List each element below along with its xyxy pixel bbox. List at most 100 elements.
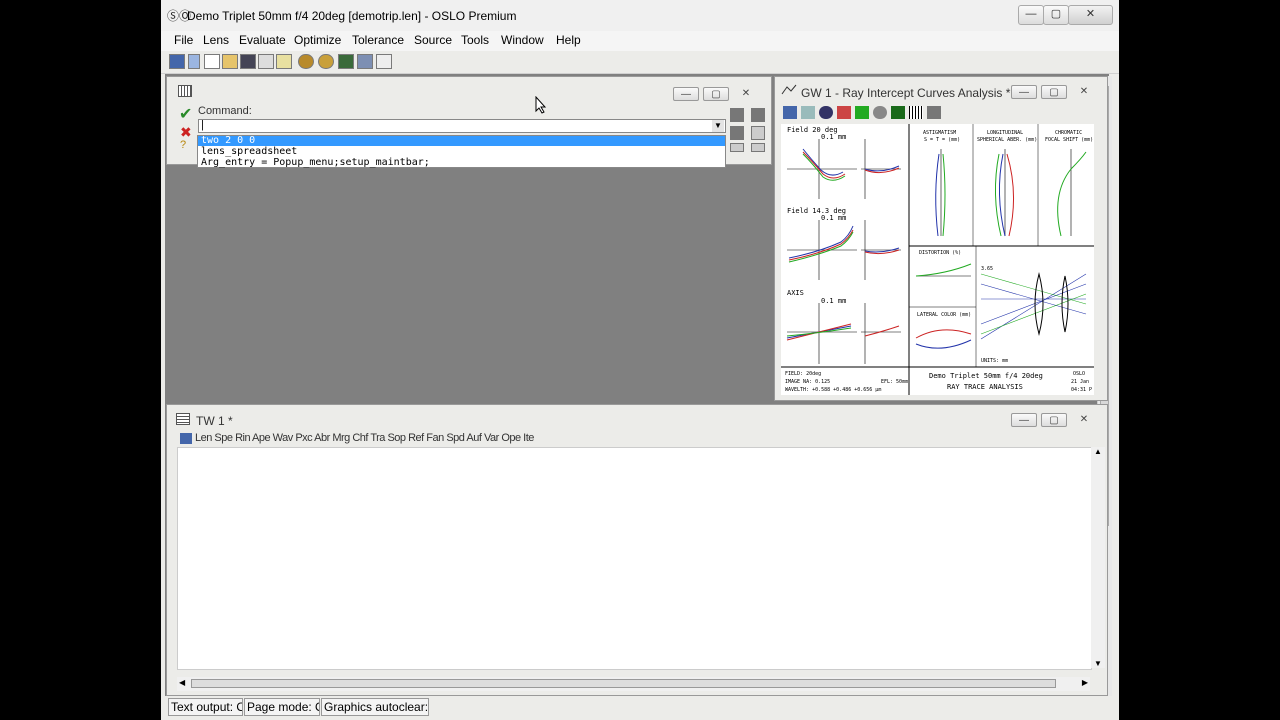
status-bar: Text output: O Page mode: O! Graphics au… <box>161 697 1119 720</box>
suggestion-item[interactable]: Arg_entry = Popup_menu;setup_maintbar; <box>201 157 430 168</box>
gw-tool-settings-icon[interactable] <box>927 106 941 119</box>
tw-spreadsheet-icon[interactable] <box>180 433 192 444</box>
lens-icon[interactable] <box>188 54 200 69</box>
title-bar: ⓈⓄ Demo Triplet 50mm f/4 20deg [demotrip… <box>161 0 1119 32</box>
analysis-label: RAY TRACE ANALYSIS <box>947 383 1023 391</box>
tw-button-spd[interactable]: Spd <box>446 432 465 444</box>
gw-maximize-button[interactable]: ▢ <box>1041 85 1067 99</box>
cmd-maximize-button[interactable]: ▢ <box>703 87 729 101</box>
tw-vertical-scrollbar[interactable]: ▲ ▼ <box>1091 447 1105 668</box>
text-window: TW 1 * — ▢ ✕ Len Spe Rin Ape Wav Pxc Abr… <box>166 404 1108 696</box>
gw-tool-mtf-icon[interactable] <box>891 106 905 119</box>
color-icon[interactable] <box>338 54 354 69</box>
scroll-right-icon[interactable]: ▶ <box>1082 678 1088 687</box>
tw-button-ite[interactable]: Ite <box>523 432 534 444</box>
gw-tool-fan-icon[interactable] <box>855 106 869 119</box>
menu-window[interactable]: Window <box>501 33 544 47</box>
tw-button-tra[interactable]: Tra <box>370 432 385 444</box>
efl-info: EFL: 50mm <box>881 379 908 385</box>
command-input[interactable]: | ▼ <box>198 119 726 133</box>
copy-icon[interactable] <box>751 126 765 140</box>
tool-icon-e[interactable] <box>730 143 744 152</box>
gw-tool-bars-icon[interactable] <box>909 106 923 119</box>
gw-tool-lens-icon[interactable] <box>801 106 815 119</box>
lens-name-label: Demo Triplet 50mm f/4 20deg <box>929 372 1043 380</box>
image-na-info: IMAGE NA: 0.125 <box>785 379 830 385</box>
tw-button-ope[interactable]: Ope <box>501 432 521 444</box>
new-icon[interactable] <box>204 54 220 69</box>
help-icon[interactable]: ? <box>180 139 186 151</box>
lens-spreadsheet-icon[interactable] <box>169 54 185 69</box>
optimize-icon[interactable] <box>298 54 314 69</box>
edit-icon[interactable] <box>258 54 274 69</box>
tw-button-rin[interactable]: Rin <box>235 432 251 444</box>
tw-button-var[interactable]: Var <box>484 432 499 444</box>
status-graphics-autoclear: Graphics autoclear: O <box>321 698 429 716</box>
scroll-left-icon[interactable]: ◀ <box>179 678 185 687</box>
tw-button-fan[interactable]: Fan <box>426 432 444 444</box>
text-icon[interactable] <box>376 54 392 69</box>
close-button[interactable]: ✕ <box>1068 5 1113 25</box>
menu-tools[interactable]: Tools <box>461 33 489 47</box>
tw-horizontal-scrollbar[interactable]: ◀ ▶ <box>177 677 1090 691</box>
gw-tool-spot-icon[interactable] <box>837 106 851 119</box>
menu-bar: File Lens Evaluate Optimize Tolerance So… <box>161 31 1119 51</box>
tw-button-mrg[interactable]: Mrg <box>332 432 350 444</box>
tw-maximize-button[interactable]: ▢ <box>1041 413 1067 427</box>
tw-button-sop[interactable]: Sop <box>387 432 406 444</box>
tw-button-spe[interactable]: Spe <box>214 432 233 444</box>
menu-help[interactable]: Help <box>556 33 581 47</box>
suggestion-item[interactable]: lens_spreadsheet <box>201 146 297 157</box>
tw-button-auf[interactable]: Auf <box>466 432 482 444</box>
maximize-button[interactable]: ▢ <box>1043 5 1069 25</box>
gw-tool-psf-icon[interactable] <box>873 106 887 119</box>
command-label: Command: <box>198 105 252 117</box>
minimize-button[interactable]: — <box>1018 5 1044 25</box>
gw-tool-spreadsheet-icon[interactable] <box>783 106 797 119</box>
gear-icon[interactable] <box>318 54 334 69</box>
text-output-area[interactable] <box>177 447 1092 670</box>
tool-icon-f[interactable] <box>751 143 765 152</box>
chevron-down-icon[interactable]: ▼ <box>712 120 724 132</box>
scroll-down-icon[interactable]: ▼ <box>1094 659 1102 668</box>
printer-icon[interactable] <box>357 54 373 69</box>
tw-hscroll-thumb[interactable] <box>191 679 1056 688</box>
field-info: FIELD: 20deg <box>785 371 821 377</box>
tw-minimize-button[interactable]: — <box>1011 413 1037 427</box>
menu-lens[interactable]: Lens <box>203 33 229 47</box>
scale-value: 3.65 <box>981 266 993 272</box>
tw-button-abr[interactable]: Abr <box>314 432 330 444</box>
menu-optimize[interactable]: Optimize <box>294 33 341 47</box>
tw-button-pxc[interactable]: Pxc <box>295 432 312 444</box>
accept-icon[interactable]: ✔ <box>179 104 192 124</box>
cmd-close-button[interactable]: ✕ <box>733 87 759 101</box>
tool-icon-b[interactable] <box>751 108 765 122</box>
scale-label: 0.1 mm <box>821 133 846 141</box>
chrom-sub: FOCAL SHIFT (mm) <box>1045 137 1093 143</box>
suggestion-item-selected[interactable]: two 2 0 0 <box>198 136 725 146</box>
text-window-button-bar: Len Spe Rin Ape Wav Pxc Abr Mrg Chf Tra … <box>195 432 534 444</box>
menu-evaluate[interactable]: Evaluate <box>239 33 286 47</box>
astig-title: ASTIGMATISM <box>923 130 956 136</box>
cmd-minimize-button[interactable]: — <box>673 87 699 101</box>
gw-minimize-button[interactable]: — <box>1011 85 1037 99</box>
tool-icon-a[interactable] <box>730 108 744 122</box>
open-icon[interactable] <box>222 54 238 69</box>
notepad-icon[interactable] <box>276 54 292 69</box>
gw-tool-rays-icon[interactable] <box>819 106 833 119</box>
menu-tolerance[interactable]: Tolerance <box>352 33 404 47</box>
gw-close-button[interactable]: ✕ <box>1071 85 1097 99</box>
tw-button-wav[interactable]: Wav <box>273 432 294 444</box>
tw-button-ref[interactable]: Ref <box>408 432 424 444</box>
menu-source[interactable]: Source <box>414 33 452 47</box>
tw-close-button[interactable]: ✕ <box>1071 413 1097 427</box>
tw-button-len[interactable]: Len <box>195 432 212 444</box>
long-sub: SPHERICAL ABER. (mm) <box>977 137 1037 143</box>
tw-button-chf[interactable]: Chf <box>352 432 368 444</box>
save-icon[interactable] <box>240 54 256 69</box>
scroll-up-icon[interactable]: ▲ <box>1094 447 1102 456</box>
tw-button-ape[interactable]: Ape <box>252 432 271 444</box>
tool-icon-c[interactable] <box>730 126 744 140</box>
menu-file[interactable]: File <box>174 33 193 47</box>
long-title: LONGITUDINAL <box>987 130 1023 136</box>
